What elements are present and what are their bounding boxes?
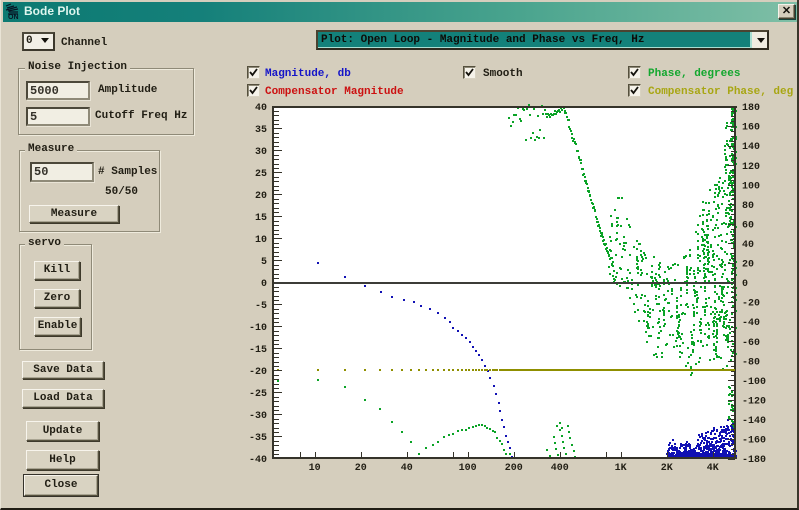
- svg-text:-15: -15: [249, 345, 267, 356]
- svg-text:140: 140: [742, 142, 760, 153]
- svg-text:200: 200: [505, 463, 523, 474]
- svg-text:-40: -40: [249, 455, 267, 466]
- svg-text:40: 40: [255, 103, 267, 114]
- svg-text:-180: -180: [742, 455, 766, 466]
- svg-text:-35: -35: [249, 433, 267, 444]
- svg-text:4K: 4K: [707, 463, 719, 474]
- svg-text:-30: -30: [249, 411, 267, 422]
- svg-text:-20: -20: [249, 367, 267, 378]
- svg-text:-60: -60: [742, 338, 760, 349]
- svg-text:60: 60: [742, 220, 754, 231]
- svg-text:-120: -120: [742, 396, 766, 407]
- svg-text:180: 180: [742, 103, 760, 114]
- svg-text:15: 15: [255, 213, 267, 224]
- svg-text:400: 400: [551, 463, 569, 474]
- svg-text:30: 30: [255, 147, 267, 158]
- svg-text:-40: -40: [742, 318, 760, 329]
- svg-text:-160: -160: [742, 436, 766, 447]
- svg-text:20: 20: [255, 191, 267, 202]
- svg-text:-10: -10: [249, 323, 267, 334]
- svg-text:-25: -25: [249, 389, 267, 400]
- svg-text:2K: 2K: [661, 463, 673, 474]
- svg-text:160: 160: [742, 123, 760, 134]
- svg-text:20: 20: [355, 463, 367, 474]
- svg-text:1K: 1K: [615, 463, 627, 474]
- svg-text:100: 100: [742, 181, 760, 192]
- svg-text:35: 35: [255, 125, 267, 136]
- svg-text:-20: -20: [742, 299, 760, 310]
- svg-text:20: 20: [742, 260, 754, 271]
- svg-text:40: 40: [742, 240, 754, 251]
- svg-text:25: 25: [255, 169, 267, 180]
- svg-text:-100: -100: [742, 377, 766, 388]
- svg-text:80: 80: [742, 201, 754, 212]
- svg-text:10: 10: [309, 463, 321, 474]
- svg-text:-140: -140: [742, 416, 766, 427]
- svg-text:0: 0: [742, 279, 748, 290]
- svg-text:-5: -5: [255, 301, 267, 312]
- svg-text:40: 40: [401, 463, 413, 474]
- svg-text:-80: -80: [742, 357, 760, 368]
- svg-text:120: 120: [742, 162, 760, 173]
- svg-text:100: 100: [459, 463, 477, 474]
- svg-text:5: 5: [261, 257, 267, 268]
- svg-text:10: 10: [255, 235, 267, 246]
- svg-text:0: 0: [261, 279, 267, 290]
